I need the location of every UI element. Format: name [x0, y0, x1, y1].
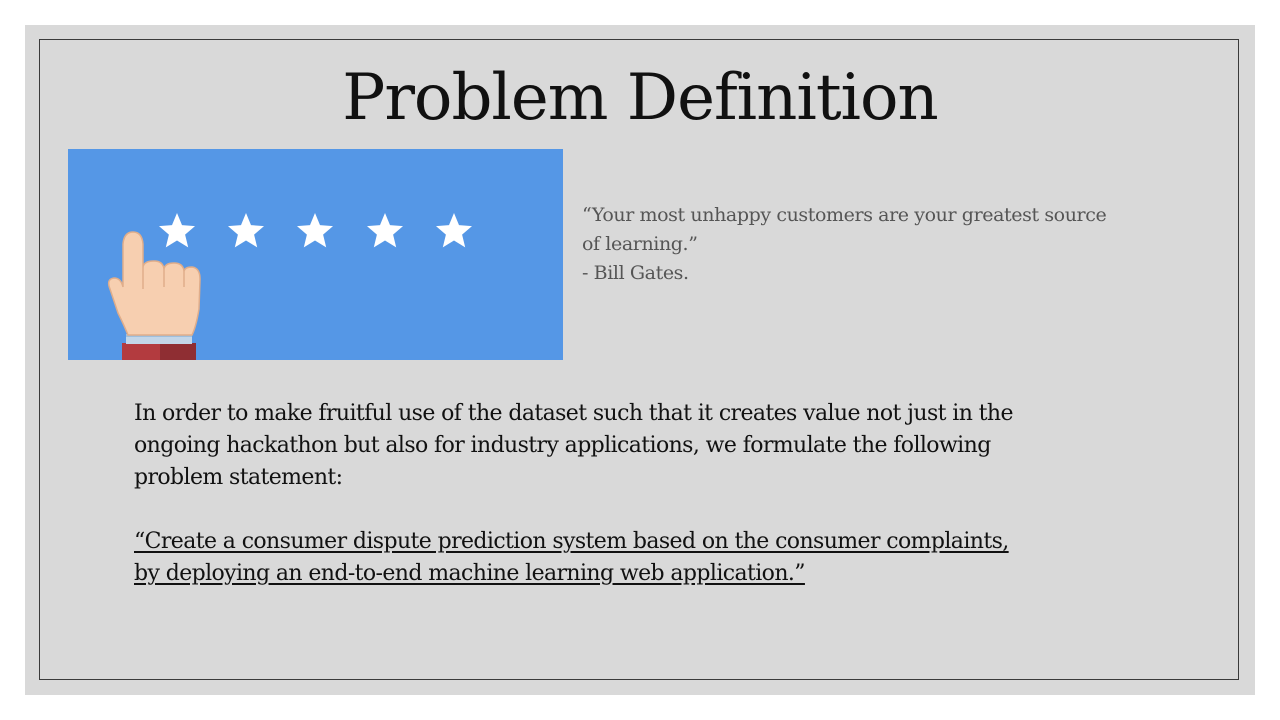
statement-line: by deploying an end-to-end machine learn… [134, 561, 806, 586]
slide-title: Problem Definition [342, 61, 939, 135]
paragraph-line: problem statement: [134, 465, 343, 490]
paragraph-line: ongoing hackathon but also for industry … [134, 433, 991, 458]
slide: Problem Definition “Your most unhappy cu… [25, 25, 1255, 695]
quote-line: “Your most unhappy customers are your gr… [582, 204, 1107, 226]
body-text: In order to make fruitful use of the dat… [134, 398, 1194, 590]
intro-paragraph: In order to make fruitful use of the dat… [134, 398, 1194, 494]
quote-block: “Your most unhappy customers are your gr… [582, 201, 1232, 288]
problem-statement: “Create a consumer dispute prediction sy… [134, 526, 1194, 590]
quote-author: - Bill Gates. [582, 262, 689, 284]
paragraph-line: In order to make fruitful use of the dat… [134, 401, 1013, 426]
five-star-rating-hand-icon [68, 149, 563, 360]
rating-illustration [68, 149, 563, 360]
quote-line: of learning.” [582, 233, 698, 255]
statement-line: “Create a consumer dispute prediction sy… [134, 529, 1009, 554]
